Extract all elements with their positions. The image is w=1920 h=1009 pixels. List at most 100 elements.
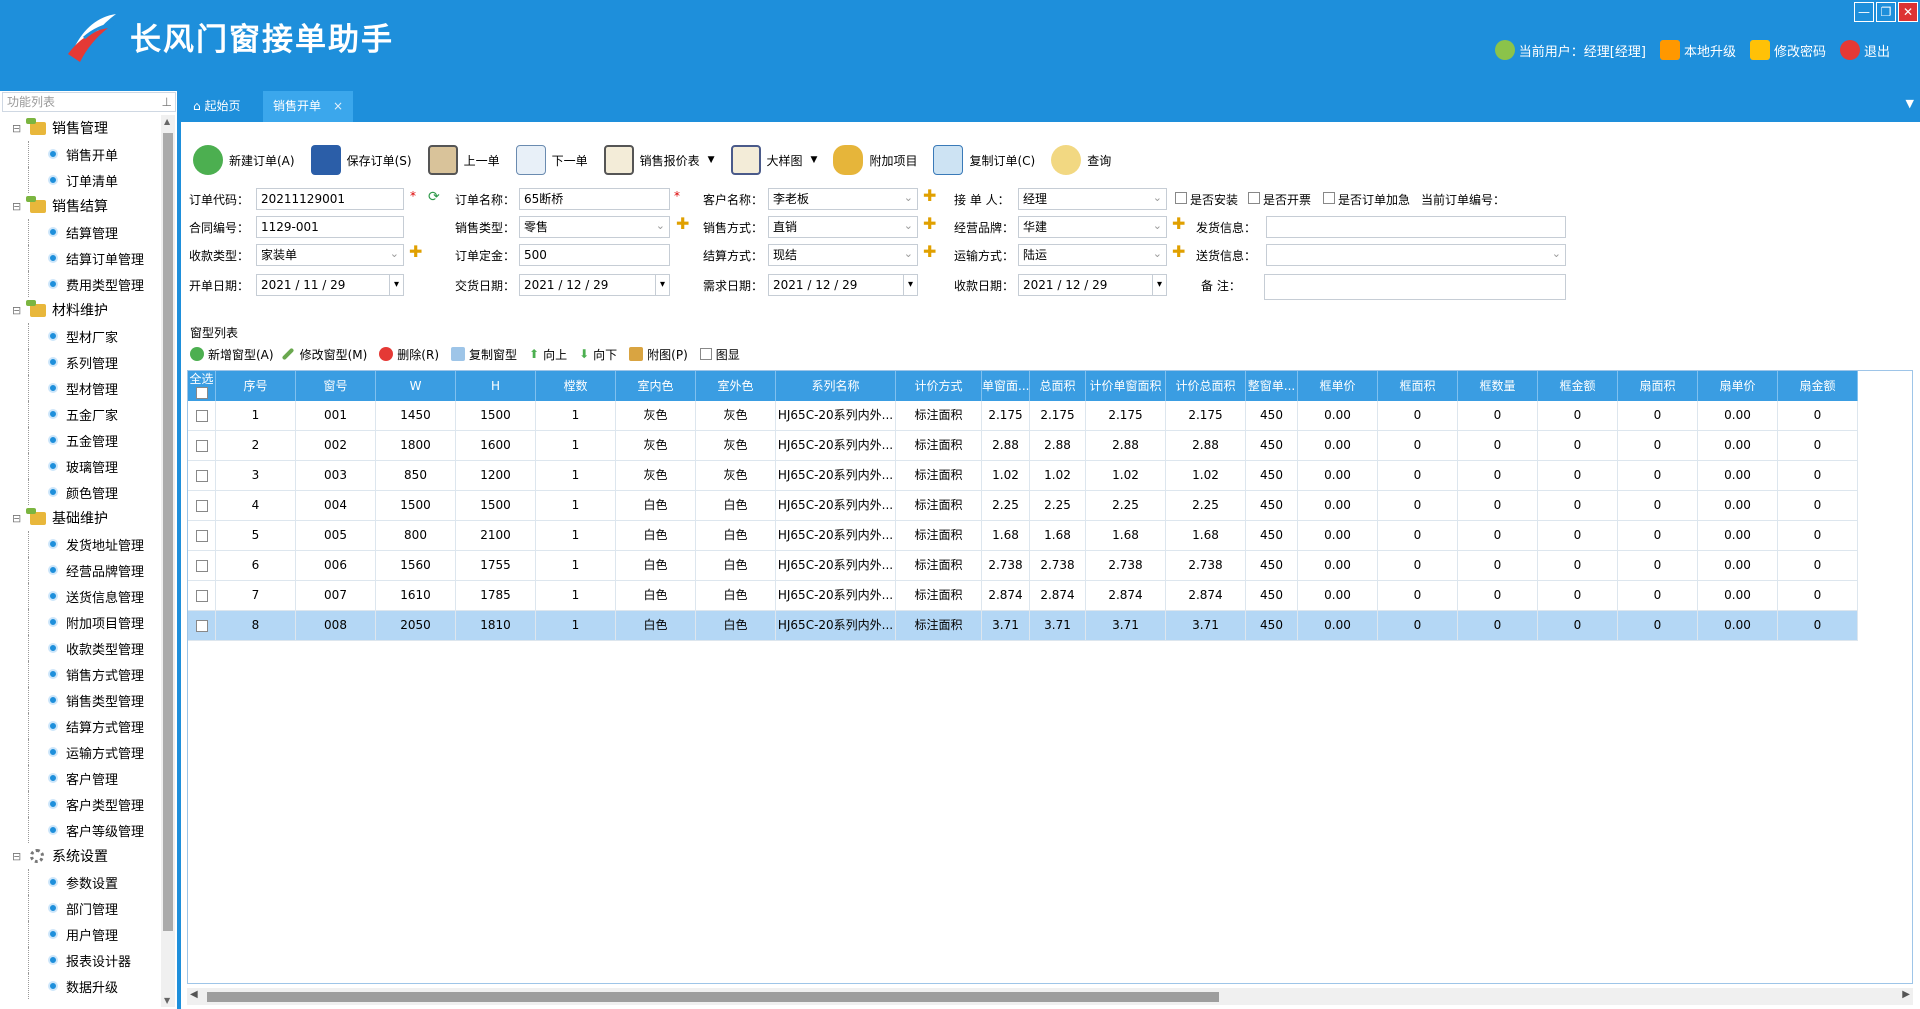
collapse-icon[interactable]: ⊟ [12,304,21,317]
select-all-checkbox[interactable] [195,386,208,399]
collect-date-picker[interactable]: 2021 / 12 / 29 ▾ [1018,274,1167,296]
sidebar-item[interactable]: 销售类型管理 [0,687,160,713]
collapse-icon[interactable]: ⊟ [12,512,21,525]
delete-window-button[interactable]: 删除(R) [379,346,439,363]
sidebar-item[interactable]: 发货地址管理 [0,531,160,557]
table-row[interactable]: 2 002 1800 1600 1 灰色 灰色 HJ65C-20系列内外... 标注面积 2.88… [188,431,1858,461]
settle-select[interactable]: 现结 [768,244,918,266]
sidebar-item[interactable]: 客户类型管理 [0,791,160,817]
edit-window-button[interactable]: 修改窗型(M) [281,346,367,363]
table-row[interactable]: 7 007 1610 1785 1 白色 白色 HJ65C-20系列内外... 标注面积 2.87… [188,581,1858,611]
column-header[interactable]: W [376,371,456,401]
column-header[interactable]: 计价总面积 [1166,371,1246,401]
receiver-select[interactable]: 经理 [1018,188,1167,210]
sidebar-item[interactable]: 部门管理 [0,895,160,921]
column-header[interactable]: H [456,371,536,401]
pin-icon[interactable]: ⊥ [162,93,172,111]
sidebar-item[interactable]: 客户等级管理 [0,817,160,843]
grid-horizontal-scrollbar[interactable]: ◀ ▶ [187,988,1913,1005]
column-header[interactable]: 单窗面... [982,371,1030,401]
calendar-dropdown-icon[interactable]: ▾ [1152,275,1166,295]
open-date-picker[interactable]: 2021 / 11 / 29 ▾ [256,274,404,296]
sidebar-item[interactable]: 收款类型管理 [0,635,160,661]
sidebar-group[interactable]: ⊟ 系统设置 [0,843,160,869]
column-header[interactable]: 室内色 [616,371,696,401]
row-checkbox[interactable] [195,619,208,632]
calendar-dropdown-icon[interactable]: ▾ [655,275,669,295]
tab-home[interactable]: ⌂ 起始页 [183,91,250,122]
sidebar-item[interactable]: 用户管理 [0,921,160,947]
column-header[interactable]: 扇面积 [1618,371,1698,401]
column-header[interactable]: 樘数 [536,371,616,401]
column-header[interactable]: 扇单价 [1698,371,1778,401]
row-checkbox[interactable] [195,469,208,482]
row-checkbox[interactable] [195,499,208,512]
sidebar-scrollbar[interactable]: ▲ ▼ [161,115,175,1007]
invoice-checkbox[interactable] [1248,192,1260,204]
add-customer-icon[interactable]: ✚ [923,186,936,205]
sidebar-item[interactable]: 五金管理 [0,427,160,453]
sidebar-item[interactable]: 颜色管理 [0,479,160,505]
row-checkbox[interactable] [195,409,208,422]
delivery-select[interactable] [1266,244,1566,266]
collapse-icon[interactable]: ⊟ [12,850,21,863]
install-checkbox[interactable] [1175,192,1187,204]
collapse-icon[interactable]: ⊟ [12,200,21,213]
sidebar-group[interactable]: ⊟ 销售结算 [0,193,160,219]
sidebar-item[interactable]: 型材管理 [0,375,160,401]
move-up-button[interactable]: ⬆ 向上 [529,346,567,363]
table-row[interactable]: 8 008 2050 1810 1 白色 白色 HJ65C-20系列内外... 标注面积 3.71… [188,611,1858,641]
sale-method-select[interactable]: 直销 [768,216,918,238]
add-settle-icon[interactable]: ✚ [923,242,936,261]
upgrade-button[interactable]: 本地升级 [1659,40,1736,60]
tab-sales-order[interactable]: 销售开单 × [263,91,354,122]
order-name-input[interactable]: 65断桥 [519,188,670,210]
tab-dropdown-icon[interactable]: ▼ [1906,97,1914,110]
urgent-checkbox[interactable] [1323,192,1335,204]
attach-image-button[interactable]: 附图(P) [629,346,688,363]
sidebar-item[interactable]: 五金厂家 [0,401,160,427]
show-image-checkbox[interactable] [699,348,712,360]
column-header[interactable]: 全选 [188,371,216,401]
contract-input[interactable]: 1129-001 [256,216,404,238]
brand-select[interactable]: 华建 [1018,216,1167,238]
table-row[interactable]: 4 004 1500 1500 1 白色 白色 HJ65C-20系列内外... 标注面积 2.25… [188,491,1858,521]
sidebar-item[interactable]: 订单清单 [0,167,160,193]
show-image-toggle[interactable]: 图显 [699,346,740,363]
sidebar-item[interactable]: 型材厂家 [0,323,160,349]
close-button[interactable]: ✕ [1898,2,1918,22]
table-row[interactable]: 6 006 1560 1755 1 白色 白色 HJ65C-20系列内外... 标注面积 2.73… [188,551,1858,581]
remark-textarea[interactable] [1264,274,1566,300]
sidebar-item[interactable]: 运输方式管理 [0,739,160,765]
sidebar-item[interactable]: 经营品牌管理 [0,557,160,583]
sidebar-group[interactable]: ⊟ 材料维护 [0,297,160,323]
sidebar-item[interactable]: 报表设计器 [0,947,160,973]
sidebar-item[interactable]: 附加项目管理 [0,609,160,635]
next-order-button[interactable]: 下一单 [515,145,588,175]
column-header[interactable]: 框数量 [1458,371,1538,401]
column-header[interactable]: 序号 [216,371,296,401]
sidebar-item[interactable]: 玻璃管理 [0,453,160,479]
logout-button[interactable]: 退出 [1839,40,1890,60]
pay-type-select[interactable]: 家装单 [256,244,404,266]
sidebar-item[interactable]: 数据升级 [0,973,160,999]
table-row[interactable]: 3 003 850 1200 1 灰色 灰色 HJ65C-20系列内外... 标注面积 1.02 1… [188,461,1858,491]
tab-close-icon[interactable]: × [333,99,343,113]
scroll-left-icon[interactable]: ◀ [190,989,198,1000]
maximize-button[interactable]: ❐ [1876,2,1896,22]
row-checkbox[interactable] [195,439,208,452]
ship-info-input[interactable] [1266,216,1566,238]
order-code-input[interactable]: 20211129001 [256,188,404,210]
column-header[interactable]: 整窗单... [1246,371,1298,401]
need-date-picker[interactable]: 2021 / 12 / 29 ▾ [768,274,918,296]
table-row[interactable]: 5 005 800 2100 1 白色 白色 HJ65C-20系列内外... 标注面积 1.68 1… [188,521,1858,551]
add-window-button[interactable]: 新增窗型(A) [190,346,274,363]
column-header[interactable]: 窗号 [296,371,376,401]
quote-report-button[interactable]: 销售报价表 ▼ [603,145,715,175]
big-drawing-button[interactable]: 大样图 ▼ [730,145,817,175]
add-pay-type-icon[interactable]: ✚ [409,242,422,261]
sidebar-item[interactable]: 送货信息管理 [0,583,160,609]
deposit-input[interactable]: 500 [519,244,670,266]
column-header[interactable]: 框金额 [1538,371,1618,401]
scroll-up-icon[interactable]: ▲ [164,117,170,126]
